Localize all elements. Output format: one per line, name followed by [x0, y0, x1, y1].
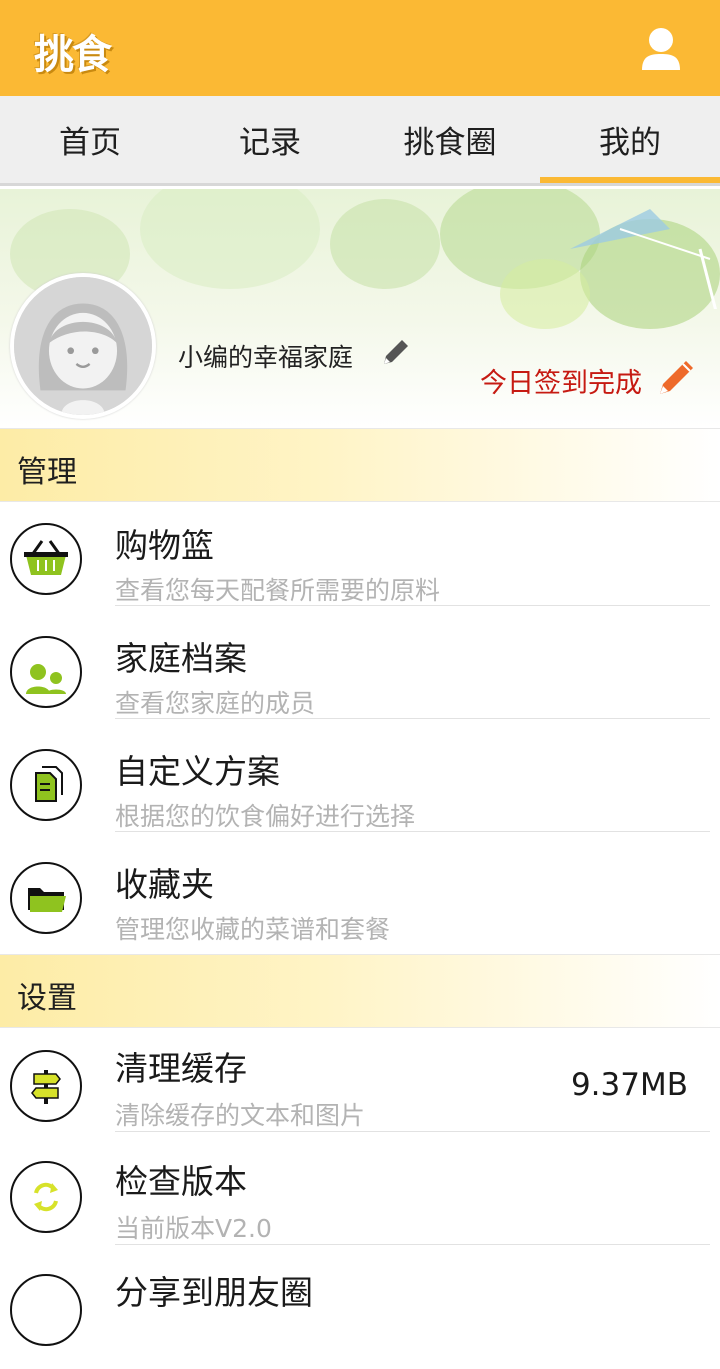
- list-item-check-version[interactable]: 检查版本 当前版本V2.0: [0, 1143, 720, 1256]
- item-subtitle: 清除缓存的文本和图片: [115, 1101, 366, 1130]
- signin-pencil-icon[interactable]: [656, 356, 698, 398]
- refresh-icon: [10, 1161, 82, 1233]
- list-item-family-profile[interactable]: 家庭档案 查看您家庭的成员: [0, 616, 720, 729]
- list-item-basket[interactable]: 购物篮 查看您每天配餐所需要的原料: [0, 503, 720, 616]
- avatar-girl-icon: [14, 277, 152, 415]
- section-header-settings: 设置: [0, 954, 720, 1028]
- banner-kite-illustration: [570, 209, 717, 309]
- list-item-share-moments[interactable]: 分享到朋友圈: [0, 1256, 720, 1369]
- tab-circle[interactable]: 挑食圈: [360, 96, 540, 183]
- item-subtitle: 查看您家庭的成员: [115, 689, 316, 718]
- cache-size: 9.37MB: [570, 1067, 688, 1103]
- basket-icon: [10, 523, 82, 595]
- list-item-custom-plan[interactable]: 自定义方案 根据您的饮食偏好进行选择: [0, 729, 720, 842]
- tab-records[interactable]: 记录: [180, 96, 360, 183]
- section-title: 管理: [17, 455, 77, 490]
- divider: [115, 831, 710, 832]
- app-header: 挑食: [0, 0, 720, 96]
- divider: [115, 1131, 710, 1132]
- folder-icon: [10, 862, 82, 934]
- tab-mine[interactable]: 我的: [540, 96, 720, 183]
- section-title: 设置: [17, 981, 77, 1016]
- user-icon[interactable]: [640, 26, 682, 70]
- tab-bar: 首页 记录 挑食圈 我的: [0, 96, 720, 186]
- app-logo: 挑食: [34, 32, 112, 78]
- family-icon: [10, 636, 82, 708]
- divider: [115, 605, 710, 606]
- edit-pencil-icon[interactable]: [380, 336, 412, 368]
- item-title: 分享到朋友圈: [115, 1273, 313, 1312]
- family-name: 小编的幸福家庭: [178, 343, 354, 372]
- divider: [115, 1244, 710, 1245]
- document-icon: [10, 749, 82, 821]
- section-header-manage: 管理: [0, 428, 720, 502]
- share-icon: [10, 1274, 82, 1346]
- item-title: 自定义方案: [115, 752, 280, 791]
- item-subtitle: 管理您收藏的菜谱和套餐: [115, 915, 391, 944]
- item-title: 收藏夹: [115, 865, 214, 904]
- item-title: 购物篮: [115, 526, 214, 565]
- item-title: 家庭档案: [115, 639, 247, 678]
- item-subtitle: 当前版本V2.0: [115, 1214, 272, 1243]
- banner-leaf: [330, 199, 440, 289]
- signin-status[interactable]: 今日签到完成: [480, 361, 642, 400]
- signpost-icon: [10, 1050, 82, 1122]
- avatar[interactable]: [10, 273, 156, 419]
- divider: [115, 718, 710, 719]
- list-item-favorites[interactable]: 收藏夹 管理您收藏的菜谱和套餐: [0, 842, 720, 955]
- item-title: 检查版本: [115, 1162, 247, 1201]
- banner-leaf: [140, 189, 320, 289]
- tab-home[interactable]: 首页: [0, 96, 180, 183]
- list-item-clear-cache[interactable]: 清理缓存 清除缓存的文本和图片 9.37MB: [0, 1030, 720, 1143]
- item-subtitle: 查看您每天配餐所需要的原料: [115, 576, 441, 605]
- item-title: 清理缓存: [115, 1049, 247, 1088]
- item-subtitle: 根据您的饮食偏好进行选择: [115, 802, 416, 831]
